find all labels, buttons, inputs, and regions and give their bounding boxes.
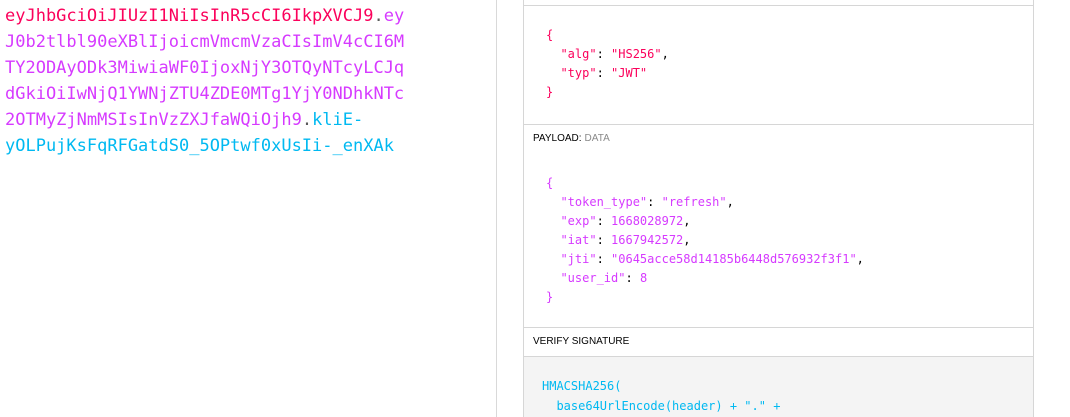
json-key: "alg" — [560, 47, 597, 61]
json-field-row: "alg": "HS256", — [546, 45, 1033, 64]
payload-title-label: PAYLOAD: — [533, 133, 582, 144]
json-comma: , — [726, 195, 734, 209]
encoded-token-line: 2OTMyZjNmMSIsInVzZXJfaWQiOjh9.kliE- — [5, 107, 485, 133]
json-key: "exp" — [560, 214, 597, 228]
verify-panel: HMACSHA256( base64UrlEncode(header) + ".… — [523, 357, 1034, 417]
payload-panel-title: PAYLOAD: DATA — [524, 125, 1033, 154]
json-open-brace: { — [546, 28, 554, 42]
json-comma: , — [661, 47, 669, 61]
json-close-brace-line: } — [546, 83, 1033, 102]
encoded-token-line: dGkiOiIwNjQ1YWNjZTU4ZDE0MTg1YjY0NDhkNTc — [5, 81, 485, 107]
json-colon: : — [647, 195, 662, 209]
encoded-token-line: J0b2tlbl90eXBlIjoicmVmcmVzaCIsImV4cCI6M — [5, 29, 485, 55]
json-comma: , — [683, 214, 691, 228]
json-field-row: "iat": 1667942572, — [546, 231, 1033, 250]
encoded-token-line: TY2ODAyODk3MiwiaWF0IjoxNjY3OTQyNTcyLCJq — [5, 55, 485, 81]
verify-signature-code: HMACSHA256( base64UrlEncode(header) + ".… — [524, 357, 1033, 416]
pane-divider — [496, 0, 497, 417]
json-key: "iat" — [560, 233, 597, 247]
json-key: "user_id" — [560, 271, 626, 285]
json-colon: : — [596, 252, 612, 266]
encoded-pane: eyJhbGciOiJIUzI1NiIsInR5cCI6IkpXVCJ9.ey J… — [0, 0, 496, 417]
verify-code-line: HMACSHA256( — [542, 379, 622, 393]
token-segment-payload: J0b2tlbl90eXBlIjoicmVmcmVzaCIsImV4cCI6M — [5, 32, 405, 52]
json-value: 8 — [639, 271, 648, 285]
json-open-brace: { — [546, 176, 554, 190]
token-segment-header: eyJhbGciOiJIUzI1NiIsInR5cCI6IkpXVCJ9 — [5, 6, 374, 26]
json-close-brace-line: } — [546, 288, 1033, 307]
json-comma: , — [856, 252, 864, 266]
verify-panel-title: VERIFY SIGNATURE — [524, 328, 1033, 357]
payload-panel-title-bar: PAYLOAD: DATA — [523, 125, 1034, 154]
token-segment-sig: kliE- — [312, 110, 364, 130]
token-segment-payload: 2OTMyZjNmMSIsInVzZXJfaWQiOjh9 — [5, 110, 302, 130]
json-key: "jti" — [560, 252, 597, 266]
json-value: "0645acce58d14185b6448d576932f3f1" — [611, 252, 857, 266]
payload-subtitle-label: DATA — [584, 133, 610, 144]
json-colon: : — [625, 271, 640, 285]
encoded-token-textarea[interactable]: eyJhbGciOiJIUzI1NiIsInR5cCI6IkpXVCJ9.ey J… — [5, 3, 485, 159]
json-colon: : — [596, 66, 612, 80]
json-comma: , — [683, 233, 691, 247]
token-segment-payload: TY2ODAyODk3MiwiaWF0IjoxNjY3OTQyNTcyLCJq — [5, 58, 405, 78]
json-colon: : — [596, 214, 612, 228]
json-close-brace: } — [546, 290, 554, 304]
token-segment-sig: yOLPujKsFqRFGatdS0_5OPtwf0xUsIi-_enXAk — [5, 136, 394, 156]
token-segment-payload: dGkiOiIwNjQ1YWNjZTU4ZDE0MTg1YjY0NDhkNTc — [5, 84, 405, 104]
json-value: 1667942572 — [611, 233, 684, 247]
json-open-brace-line: { — [546, 174, 1033, 193]
json-value: "HS256" — [611, 47, 662, 61]
header-panel: { "alg": "HS256", "typ": "JWT"} — [523, 6, 1034, 125]
payload-json-editor[interactable]: { "token_type": "refresh", "exp": 166802… — [524, 153, 1033, 307]
json-value: "JWT" — [611, 66, 648, 80]
json-colon: : — [596, 233, 612, 247]
json-close-brace: } — [546, 85, 554, 99]
json-field-row: "user_id": 8 — [546, 269, 1033, 288]
payload-panel: { "token_type": "refresh", "exp": 166802… — [523, 153, 1034, 328]
token-segment-dot: . — [373, 6, 384, 26]
encoded-token-line: yOLPujKsFqRFGatdS0_5OPtwf0xUsIi-_enXAk — [5, 133, 485, 159]
json-key: "token_type" — [560, 195, 648, 209]
json-field-row: "typ": "JWT" — [546, 64, 1033, 83]
header-json-editor[interactable]: { "alg": "HS256", "typ": "JWT"} — [524, 6, 1033, 102]
json-field-row: "jti": "0645acce58d14185b6448d576932f3f1… — [546, 250, 1033, 269]
json-value: 1668028972 — [611, 214, 684, 228]
json-key: "typ" — [560, 66, 597, 80]
token-segment-payload: ey — [383, 6, 405, 26]
json-colon: : — [596, 47, 612, 61]
json-value: "refresh" — [661, 195, 727, 209]
verify-code-line: base64UrlEncode(header) + "." + — [542, 399, 781, 413]
token-segment-dot: . — [301, 110, 313, 130]
encoded-token-line: eyJhbGciOiJIUzI1NiIsInR5cCI6IkpXVCJ9.ey — [5, 3, 485, 29]
json-open-brace-line: { — [546, 26, 1033, 45]
json-field-row: "token_type": "refresh", — [546, 193, 1033, 212]
decoded-pane: { "alg": "HS256", "typ": "JWT"} PAYLOAD:… — [523, 0, 1035, 417]
verify-panel-title-bar: VERIFY SIGNATURE — [523, 328, 1034, 357]
json-field-row: "exp": 1668028972, — [546, 212, 1033, 231]
